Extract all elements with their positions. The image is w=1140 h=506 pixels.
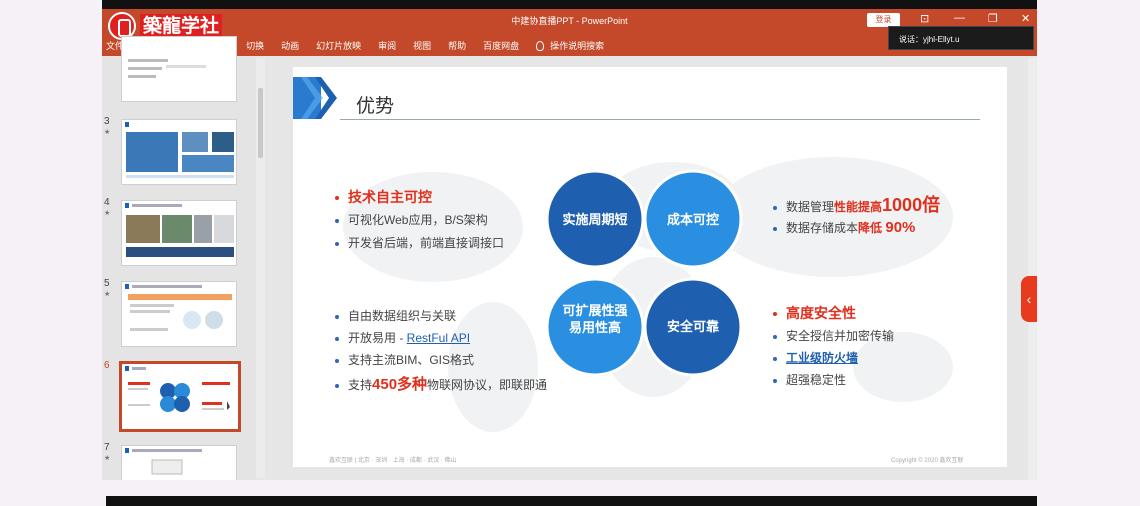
ribbon-display-icon[interactable]: ⊡ [920,12,929,25]
bullet-dot [773,205,777,210]
chat-tooltip: 说话：yjhl-Ellyt.u [888,26,1034,50]
menu-review[interactable]: 审阅 [378,39,396,52]
bullet-dot [773,378,777,383]
slide-thumbnail[interactable] [121,200,237,266]
minimize-icon[interactable]: — [954,12,965,24]
animation-star-icon: ★ [104,455,111,462]
thumbnail-scrollbar[interactable] [256,58,265,478]
right-top-item: 数据存储成本降低 90% [773,219,915,236]
title-chevron-icon [293,77,337,119]
top-black-bar [102,0,1037,9]
left-top-item: 可视化Web应用，B/S架构 [335,211,488,228]
advantages-diagram: 实施周期短 成本可控 安全可靠 可扩展性强易用性高 [545,169,743,377]
bullet-dot [335,241,339,246]
slide-thumbnail-selected[interactable] [119,361,241,432]
slide-number: 5 [104,278,110,289]
menu-transitions[interactable]: 切换 [246,39,264,52]
menu-baidu-netdisk[interactable]: 百度网盘 [483,39,519,52]
slide-scrollbar[interactable] [1028,58,1037,480]
right-bottom-item: 工业级防火墙 [773,349,858,366]
title-divider [340,119,980,120]
bullet-dot [335,358,339,363]
slide-thumbnail[interactable] [121,445,237,480]
slide-number: 4 [104,197,110,208]
powerpoint-window: 築龍学社 中建协直播PPT - PowerPoint 登录 ⊡ — ❐ ✕ 文件… [102,0,1037,480]
slide-thumbnail[interactable] [121,281,237,347]
slide-thumbnail[interactable] [121,36,237,102]
right-top-item: 数据管理性能提高1000倍 [773,191,940,217]
login-button[interactable]: 登录 [867,13,900,27]
left-bottom-item: 开放易用 - RestFul API [335,329,470,346]
chevron-left-icon: ‹ [1026,291,1032,307]
left-bottom-item: 自由数据组织与关联 [335,307,456,324]
bullet-dot [335,383,339,388]
slide-canvas[interactable]: 优势 实施周期短 成本可控 安全可靠 可扩展性强易用性高 技术自主可控 可视化W… [293,67,1007,467]
bullet-dot [773,312,777,317]
slide-thumbnail[interactable] [121,119,237,185]
tell-me-label: 操作说明搜索 [550,41,605,51]
slide-thumbnail-panel: 3 ★ 4 ★ 5 ★ 6 7 ★ [102,36,257,480]
bullet-dot [335,314,339,319]
scrollbar-thumb[interactable] [258,88,263,158]
slide-number: 6 [104,360,110,371]
circle-label-line: 易用性高 [569,320,621,335]
side-collapse-tab[interactable]: ‹ [1021,276,1037,322]
menu-animations[interactable]: 动画 [281,39,299,52]
right-bottom-item: 超强稳定性 [773,371,846,388]
menu-slideshow[interactable]: 幻灯片放映 [316,39,361,52]
animation-star-icon: ★ [104,210,111,217]
slide-copyright: Copyright © 2020 鑫欢互联 [891,458,964,464]
lightbulb-icon [536,40,545,51]
bullet-dot [335,196,339,201]
circle-label: 成本可控 [667,212,719,227]
animation-star-icon: ★ [104,129,111,136]
tell-me-search[interactable]: 操作说明搜索 [536,39,621,52]
slide-number: 3 [104,116,110,127]
animation-star-icon: ★ [104,291,111,298]
left-top-item: 开发省后端，前端直接调接口 [335,234,504,251]
left-top-heading: 技术自主可控 [335,187,432,207]
slide-title: 优势 [356,96,395,117]
bullet-dot [773,226,777,231]
bullet-dot [773,334,777,339]
bullet-dot [335,218,339,223]
right-bottom-item: 安全授信并加密传输 [773,327,894,344]
circle-label: 实施周期短 [562,212,627,227]
slide-number: 7 [104,442,110,453]
left-bottom-item: 支持450多种物联网协议，即联即通 [335,373,547,394]
slide-footer: 鑫欢互联 | 北京 · 深圳 · 上海 · 成都 · 武汉 · 佛山 [329,458,457,464]
menu-view[interactable]: 视图 [413,39,431,52]
close-icon[interactable]: ✕ [1021,12,1030,25]
circle-label-line: 可扩展性强 [562,303,627,318]
circle-label: 安全可靠 [667,319,719,334]
bottom-black-bar [106,496,1037,506]
bullet-dot [773,356,777,361]
restore-icon[interactable]: ❐ [988,12,998,25]
bullet-dot [335,336,339,341]
right-bottom-heading: 高度安全性 [773,303,856,323]
menu-help[interactable]: 帮助 [448,39,466,52]
left-bottom-item: 支持主流BIM、GIS格式 [335,351,474,368]
